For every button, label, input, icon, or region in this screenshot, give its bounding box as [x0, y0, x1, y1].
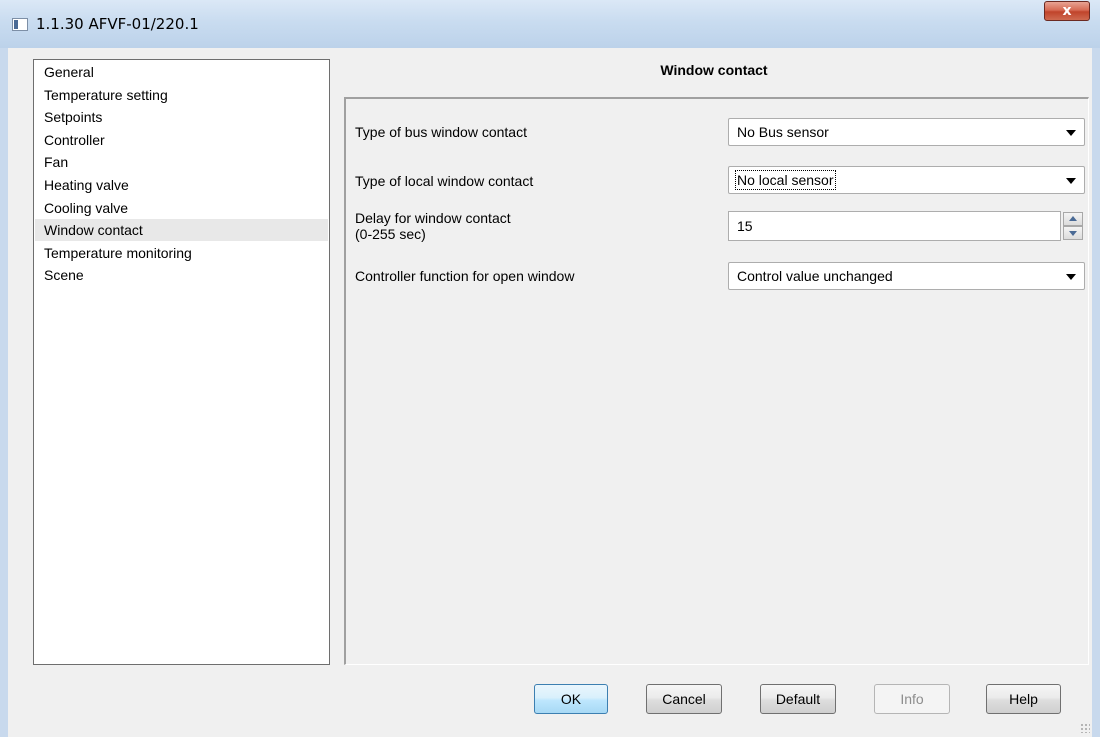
- open-window-function-label: Controller function for open window: [355, 268, 575, 284]
- local-window-contact-label: Type of local window contact: [355, 173, 534, 189]
- nav-item-window-contact[interactable]: Window contact: [35, 219, 328, 242]
- spin-up-button[interactable]: [1063, 212, 1083, 226]
- chevron-down-icon: [1066, 130, 1076, 136]
- nav-item-controller[interactable]: Controller: [35, 129, 328, 151]
- default-button[interactable]: Default: [760, 684, 836, 714]
- panel-title: Window contact: [660, 62, 768, 78]
- delay-label-line1: Delay for window contact: [355, 210, 511, 226]
- nav-item-cooling-valve[interactable]: Cooling valve: [35, 197, 328, 219]
- open-window-function-value: Control value unchanged: [737, 268, 893, 284]
- bus-window-contact-value: No Bus sensor: [737, 124, 829, 140]
- delay-value: 15: [737, 218, 753, 234]
- delay-window-contact-label: Delay for window contact (0-255 sec): [355, 210, 511, 242]
- delay-label-line2: (0-255 sec): [355, 226, 426, 242]
- window-frame-left: [0, 48, 8, 737]
- help-button[interactable]: Help: [986, 684, 1061, 714]
- arrow-up-icon: [1069, 216, 1077, 221]
- delay-window-contact-input[interactable]: 15: [728, 211, 1061, 241]
- local-window-contact-value: No local sensor: [735, 170, 836, 190]
- ok-button[interactable]: OK: [534, 684, 608, 714]
- info-button[interactable]: Info: [874, 684, 950, 714]
- app-icon[interactable]: [12, 18, 28, 31]
- resize-grip-icon[interactable]: [1080, 723, 1090, 733]
- nav-item-fan[interactable]: Fan: [35, 151, 328, 173]
- nav-item-scene[interactable]: Scene: [35, 264, 328, 286]
- nav-item-temperature-monitoring[interactable]: Temperature monitoring: [35, 242, 328, 264]
- cancel-button[interactable]: Cancel: [646, 684, 722, 714]
- dialog-window: 1.1.30 AFVF-01/220.1 x General Temperatur…: [0, 0, 1100, 737]
- bus-window-contact-label: Type of bus window contact: [355, 124, 527, 140]
- local-window-contact-select[interactable]: No local sensor: [728, 166, 1085, 194]
- bus-window-contact-select[interactable]: No Bus sensor: [728, 118, 1085, 146]
- title-bar[interactable]: 1.1.30 AFVF-01/220.1 x: [0, 0, 1100, 49]
- dialog-client-area: General Temperature setting Setpoints Contr…: [8, 48, 1092, 737]
- close-button[interactable]: x: [1044, 1, 1090, 21]
- nav-item-temperature-setting[interactable]: Temperature setting: [35, 84, 328, 106]
- spin-down-button[interactable]: [1063, 226, 1083, 240]
- parameter-category-list[interactable]: General Temperature setting Setpoints Contr…: [33, 59, 330, 665]
- nav-item-general[interactable]: General: [35, 61, 328, 83]
- close-icon: x: [1062, 3, 1072, 19]
- window-frame-right: [1092, 48, 1100, 737]
- nav-item-setpoints[interactable]: Setpoints: [35, 106, 328, 128]
- chevron-down-icon: [1066, 274, 1076, 280]
- open-window-function-select[interactable]: Control value unchanged: [728, 262, 1085, 290]
- window-title: 1.1.30 AFVF-01/220.1: [36, 15, 199, 33]
- chevron-down-icon: [1066, 178, 1076, 184]
- nav-item-heating-valve[interactable]: Heating valve: [35, 174, 328, 196]
- arrow-down-icon: [1069, 231, 1077, 236]
